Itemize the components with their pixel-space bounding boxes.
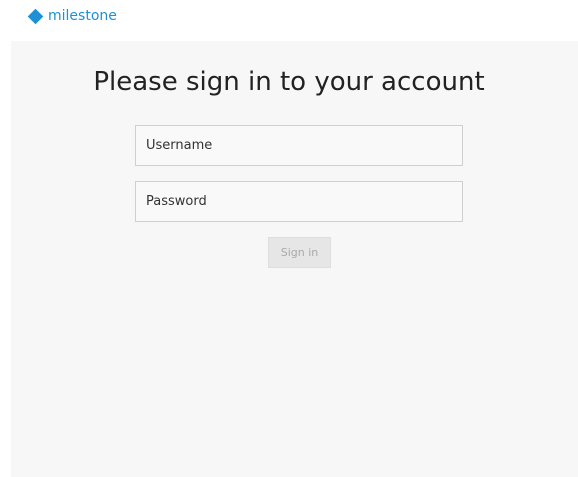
- page-title: Please sign in to your account: [93, 67, 485, 97]
- password-input[interactable]: [135, 181, 463, 222]
- top-bar: milestone: [0, 0, 578, 41]
- sign-in-button[interactable]: Sign in: [268, 237, 331, 268]
- login-panel: Please sign in to your account Sign in: [11, 41, 578, 477]
- diamond-icon: [27, 8, 44, 24]
- username-input[interactable]: [135, 125, 463, 166]
- milestone-logo: milestone: [27, 8, 117, 24]
- logo-text: milestone: [48, 8, 117, 24]
